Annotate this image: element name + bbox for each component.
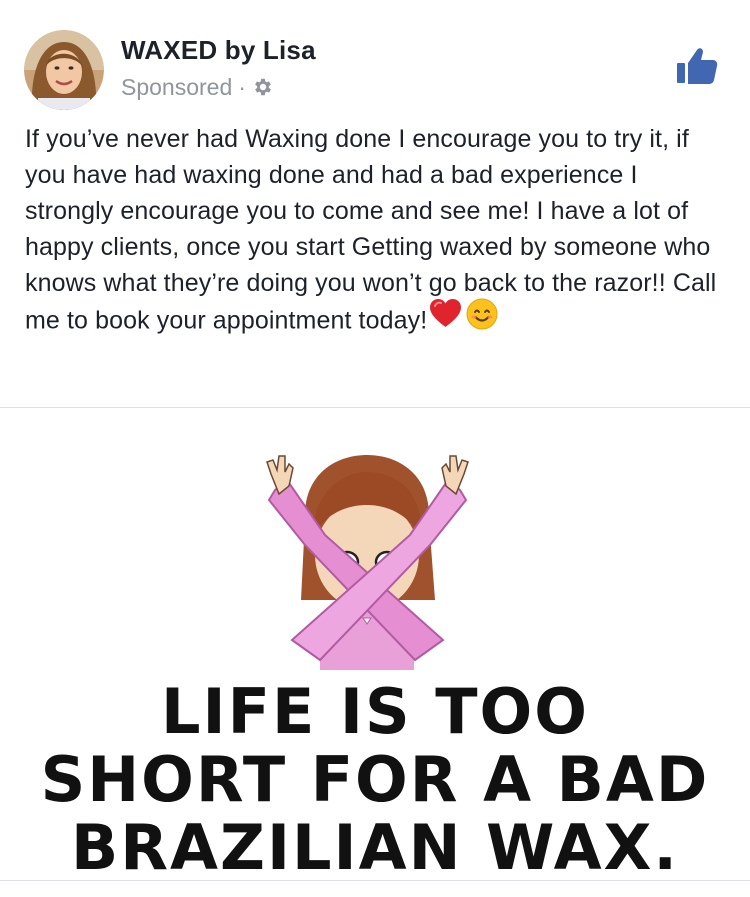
no-gesture-woman-emoji	[265, 450, 470, 670]
author-name[interactable]: WAXED by Lisa	[121, 35, 316, 66]
post-header: WAXED by Lisa Sponsored ·	[0, 0, 750, 120]
emoji-group	[429, 298, 498, 340]
post-meta: Sponsored ·	[121, 72, 274, 102]
sponsored-label[interactable]: Sponsored	[121, 74, 232, 101]
divider	[0, 880, 750, 881]
post-image[interactable]: LIFE IS TOO SHORT FOR A BAD BRAZILIAN WA…	[0, 408, 750, 880]
avatar[interactable]	[24, 30, 104, 110]
meme-line: SHORT FOR A BAD	[40, 743, 710, 816]
red-heart-emoji	[429, 298, 462, 340]
avatar-image	[24, 30, 104, 110]
meme-line: BRAZILIAN WAX.	[71, 811, 679, 881]
meme-line: LIFE IS TOO	[161, 675, 589, 748]
post-body-text: If you’ve never had Waxing done I encour…	[25, 125, 717, 335]
meme-caption: LIFE IS TOO SHORT FOR A BAD BRAZILIAN WA…	[0, 675, 750, 881]
post-body: If you’ve never had Waxing done I encour…	[25, 121, 730, 343]
thumbs-up-icon[interactable]	[675, 44, 719, 88]
smiling-face-emoji	[466, 298, 498, 340]
meta-separator: ·	[238, 73, 246, 100]
gear-icon[interactable]	[252, 76, 274, 98]
